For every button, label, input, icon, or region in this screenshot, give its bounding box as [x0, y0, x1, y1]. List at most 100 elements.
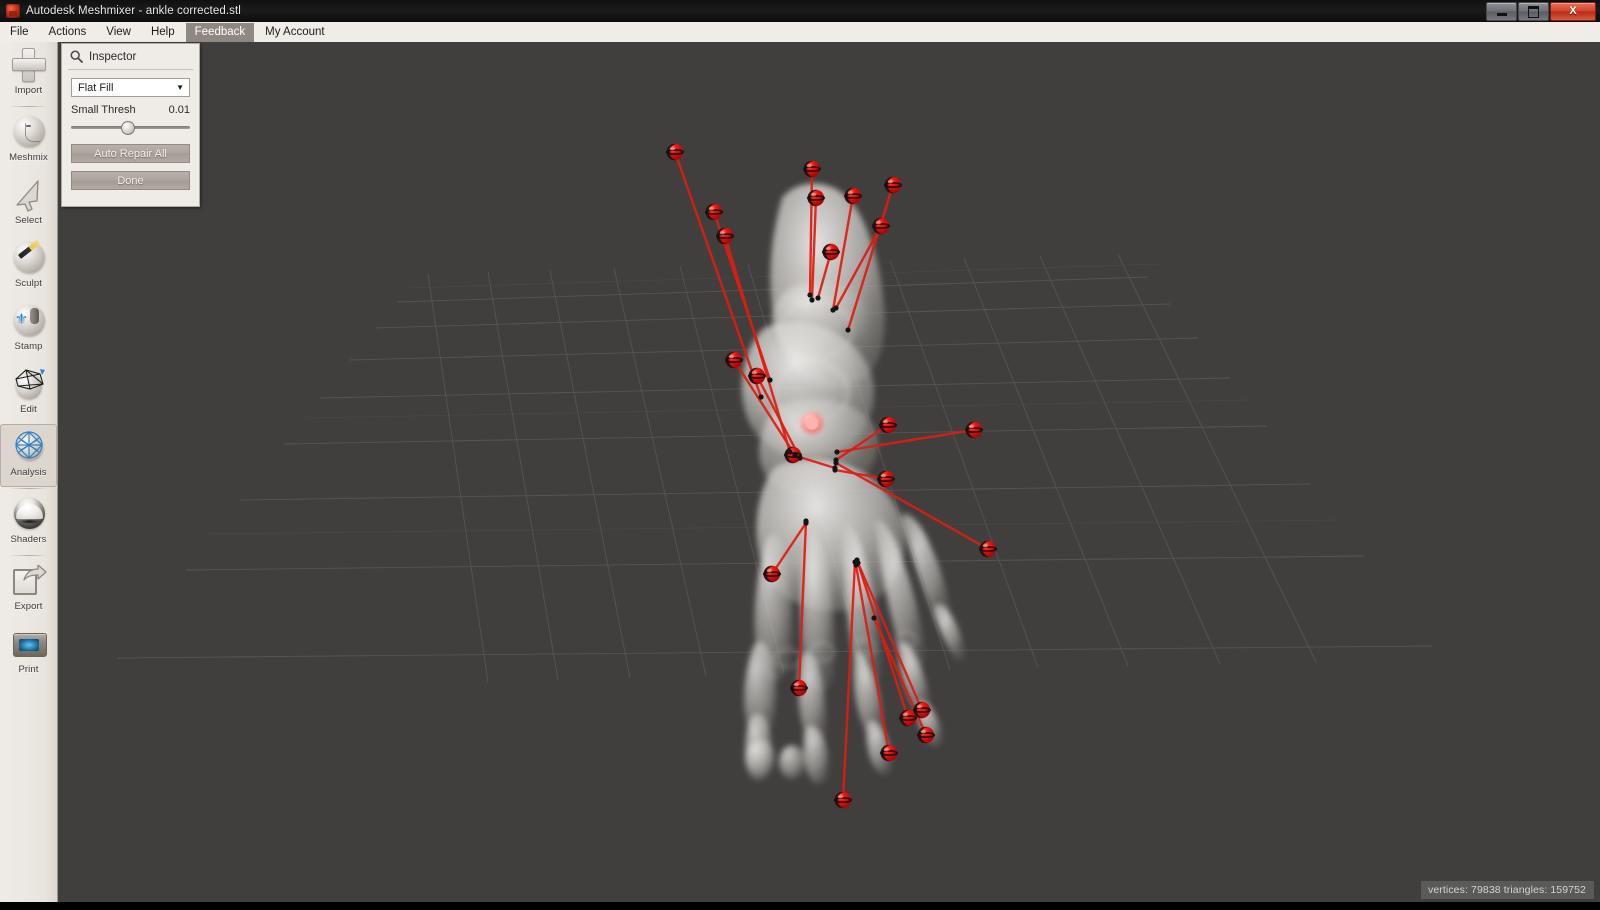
defect-marker[interactable]: [843, 187, 863, 205]
close-button[interactable]: X: [1550, 2, 1596, 21]
tool-label-print: Print: [18, 664, 39, 675]
defect-tip-point: [767, 377, 773, 383]
sphere-wireframe-icon: [10, 365, 48, 403]
defect-marker[interactable]: [806, 189, 826, 207]
maximize-button[interactable]: [1518, 2, 1549, 21]
chevron-down-icon: ▼: [176, 82, 184, 92]
sphere-stamp-icon: ⚜: [10, 302, 48, 340]
tool-label-stamp: Stamp: [14, 341, 43, 352]
defect-tip-point: [871, 615, 877, 621]
auto-repair-all-button[interactable]: Auto Repair All: [71, 144, 190, 163]
small-thresh-label: Small Thresh: [71, 104, 136, 116]
inspector-header: Inspector: [62, 44, 199, 69]
plus-icon: [10, 46, 48, 84]
defect-marker[interactable]: [747, 367, 767, 385]
defect-marker[interactable]: [871, 217, 891, 235]
fill-mode-dropdown[interactable]: Flat Fill ▼: [71, 78, 190, 97]
menu-item-feedback[interactable]: Feedback: [185, 22, 255, 42]
defect-marker[interactable]: [665, 143, 685, 161]
menu-bar: File Actions View Help Feedback My Accou…: [0, 22, 1600, 43]
inspector-title: Inspector: [89, 50, 137, 63]
tool-edit[interactable]: Edit: [0, 361, 57, 424]
tool-export[interactable]: Export: [0, 558, 57, 621]
tool-label-export: Export: [14, 601, 43, 612]
defect-tip-point: [792, 452, 798, 458]
defect-marker[interactable]: [833, 791, 853, 809]
menu-item-help[interactable]: Help: [142, 23, 184, 42]
menu-item-my-account[interactable]: My Account: [256, 23, 333, 42]
inspector-panel: Inspector Flat Fill ▼ Small Thresh 0.01 …: [61, 43, 200, 207]
defect-tip-point: [845, 327, 851, 333]
defect-marker[interactable]: [876, 470, 896, 488]
tool-select[interactable]: Select: [0, 172, 57, 235]
defect-marker[interactable]: [762, 565, 782, 583]
minimize-icon: [1496, 12, 1507, 16]
defect-marker[interactable]: [821, 243, 841, 261]
printer-icon: [10, 625, 48, 663]
window-title: Autodesk Meshmixer - ankle corrected.stl: [26, 5, 241, 17]
tool-print[interactable]: Print: [0, 621, 57, 684]
small-thresh-row: Small Thresh 0.01: [71, 104, 190, 116]
defect-marker-highlighted[interactable]: [801, 412, 823, 434]
sphere-shader-icon: [10, 495, 48, 533]
defect-tip-point: [833, 460, 839, 466]
defect-tip-point: [807, 292, 813, 298]
tool-label-sculpt: Sculpt: [14, 278, 42, 289]
tool-analysis[interactable]: Analysis: [0, 424, 57, 487]
defect-tip-point: [832, 467, 838, 473]
menu-item-file[interactable]: File: [1, 23, 38, 42]
toolbar-divider: [8, 106, 49, 107]
defect-marker[interactable]: [912, 701, 932, 719]
tool-label-shaders: Shaders: [10, 534, 47, 545]
small-thresh-slider[interactable]: [71, 119, 190, 135]
menu-item-view[interactable]: View: [97, 23, 140, 42]
sphere-face-icon: [10, 113, 48, 151]
sphere-mesh-analysis-icon: [10, 428, 48, 466]
defect-marker[interactable]: [878, 416, 898, 434]
defect-tip-point: [833, 305, 839, 311]
defect-marker[interactable]: [802, 160, 822, 178]
defect-marker[interactable]: [916, 726, 936, 744]
foot-skeleton-mesh: [741, 183, 965, 785]
menu-item-actions[interactable]: Actions: [40, 23, 96, 42]
toolbar-divider-2: [8, 488, 49, 489]
tool-label-meshmix: Meshmix: [9, 152, 48, 163]
defect-leader-line: [673, 151, 763, 398]
viewport-3d[interactable]: [58, 42, 1600, 910]
defect-tip-point: [855, 560, 861, 566]
maximize-icon: [1528, 5, 1539, 18]
defect-marker[interactable]: [715, 227, 735, 245]
defect-marker[interactable]: [879, 744, 899, 762]
tool-shaders[interactable]: Shaders: [0, 491, 57, 554]
bottom-edge: [0, 902, 1600, 910]
viewport-canvas: [117, 143, 1433, 809]
defect-tip-point: [797, 455, 803, 461]
tool-label-edit: Edit: [20, 404, 37, 415]
defect-marker[interactable]: [724, 351, 744, 369]
tool-import[interactable]: Import: [0, 42, 57, 105]
meshmixer-window: Autodesk Meshmixer - ankle corrected.stl…: [0, 0, 1600, 910]
defect-tip-point: [803, 518, 809, 524]
magnifier-icon: [70, 50, 83, 63]
tool-sculpt[interactable]: Sculpt: [0, 235, 57, 298]
defect-marker[interactable]: [789, 679, 809, 697]
tool-stamp[interactable]: ⚜ Stamp: [0, 298, 57, 361]
defect-marker[interactable]: [704, 203, 724, 221]
tool-label-import: Import: [14, 85, 43, 96]
toolbar-divider-3: [8, 555, 49, 556]
defect-tip-point: [834, 449, 840, 455]
meshmixer-logo-icon: [6, 4, 20, 18]
slider-handle[interactable]: [120, 121, 135, 135]
window-controls: X: [1485, 2, 1596, 21]
minimize-button[interactable]: [1486, 2, 1517, 21]
left-toolbar: Import Meshmix Select Sculpt ⚜ Stamp Edi…: [0, 42, 58, 910]
defect-marker[interactable]: [964, 421, 984, 439]
done-button[interactable]: Done: [71, 171, 190, 190]
defect-marker[interactable]: [978, 540, 998, 558]
defect-marker[interactable]: [898, 709, 918, 727]
tool-label-analysis: Analysis: [10, 467, 47, 478]
defect-marker[interactable]: [883, 176, 903, 194]
tool-meshmix[interactable]: Meshmix: [0, 109, 57, 172]
defect-tip-point: [758, 394, 764, 400]
fill-mode-value: Flat Fill: [78, 81, 114, 94]
